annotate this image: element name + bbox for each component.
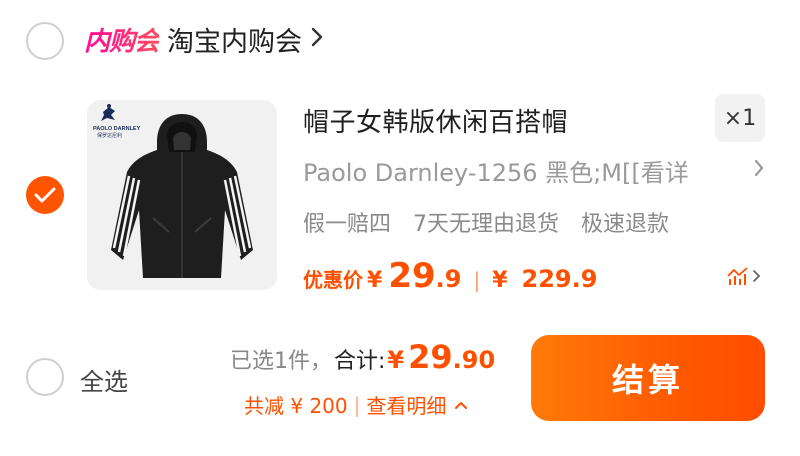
store-select-radio[interactable]: [26, 22, 64, 60]
total-decimal: .90: [452, 346, 496, 374]
original-price: 229.9: [521, 265, 598, 293]
check-icon: [34, 187, 56, 203]
chevron-right-icon: [310, 26, 324, 54]
brand-logo-text: PAOLO DARNLEY: [93, 126, 141, 132]
select-all-label[interactable]: 全选: [80, 362, 128, 397]
sku-selector[interactable]: Paolo Darnley-1256 黑色;M[[看详: [303, 152, 765, 188]
service-tags: 假一赔四 7天无理由退货 极速退款: [303, 206, 669, 238]
total-label: 合计:: [334, 349, 386, 374]
chevron-up-icon: [454, 395, 468, 414]
discount-amount: 共减 ¥ 200: [244, 394, 348, 418]
order-summary: 已选1件， 合计: ¥ 29 .90: [230, 338, 495, 376]
original-currency-symbol: ¥: [492, 268, 508, 293]
discount-detail[interactable]: 共减 ¥ 200 | 查看明细: [244, 390, 468, 419]
store-name: 淘宝内购会: [167, 27, 303, 58]
price-integer: 29: [388, 256, 436, 296]
sku-text: Paolo Darnley-1256 黑色;M[[看详: [303, 158, 689, 187]
price-decimal: .9: [435, 265, 462, 293]
store-header[interactable]: 内购会 淘宝内购会: [84, 20, 324, 59]
service-tag: 假一赔四: [303, 212, 392, 237]
price-row: 优惠价 ¥ 29 .9 | ¥ 229.9: [303, 256, 597, 296]
total-currency: ¥: [387, 346, 405, 374]
service-tag: 7天无理由退货: [413, 212, 560, 237]
item-select-checkbox[interactable]: [26, 176, 64, 214]
select-all-radio[interactable]: [26, 358, 64, 396]
chevron-right-icon: [753, 270, 761, 282]
discount-separator: |: [353, 392, 361, 417]
currency-symbol: ¥: [367, 268, 383, 293]
checkout-button[interactable]: 结算: [531, 335, 765, 421]
price-label: 优惠价: [303, 268, 363, 292]
store-badge-logo: 内购会: [84, 21, 160, 58]
price-trend-icon: [727, 267, 748, 285]
service-tag: 极速退款: [581, 212, 670, 237]
product-image[interactable]: PAOLO DARNLEY 保罗达尼利: [87, 100, 277, 290]
price-trend-button[interactable]: [726, 266, 762, 286]
price-separator: |: [473, 268, 481, 292]
product-title[interactable]: 帽子女韩版休闲百搭帽: [303, 102, 568, 139]
quantity-badge[interactable]: ×1: [715, 94, 765, 142]
brand-logo-subtext: 保罗达尼利: [97, 132, 122, 139]
selected-count: 已选1件，: [230, 349, 332, 374]
view-detail-link[interactable]: 查看明细: [366, 390, 446, 419]
chevron-right-icon: [753, 156, 765, 184]
total-integer: 29: [408, 338, 453, 376]
